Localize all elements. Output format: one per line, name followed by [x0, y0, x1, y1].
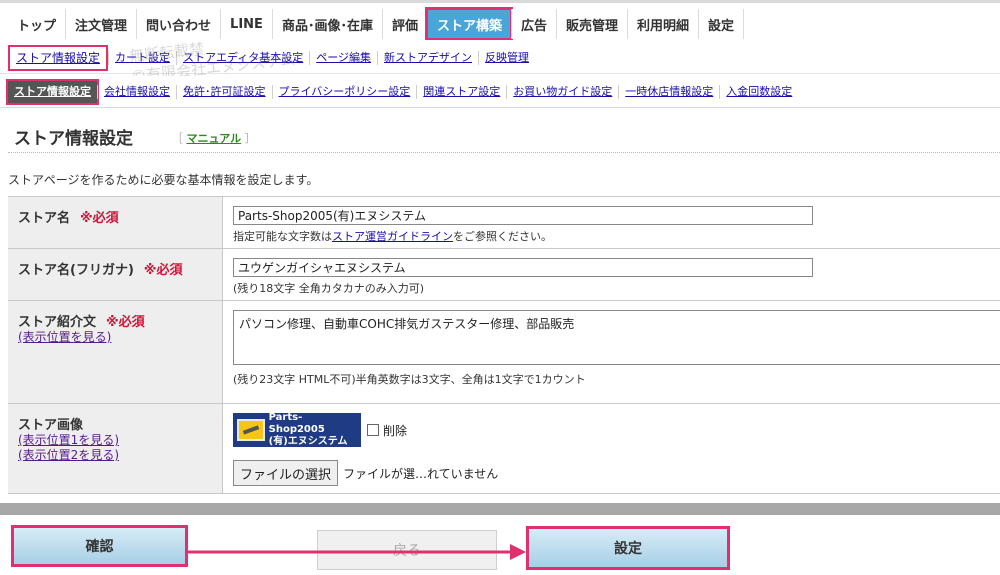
tab-9[interactable]: 利用明細: [627, 9, 699, 39]
manual-link-wrapper: ［ マニュアル ］: [172, 130, 256, 146]
top-nav: トップ 注文管理 問い合わせ LINE 商品･画像･在庫 評価 ストア構築 広告 販売管理 利用明…: [0, 0, 1000, 41]
sub-nav-secondary-item-4[interactable]: 関連ストア設定: [416, 85, 506, 99]
page-description: ストアページを作るために必要な基本情報を設定します。: [8, 173, 319, 187]
back-button[interactable]: 戻る: [317, 530, 497, 570]
sub-nav-primary-item-2[interactable]: ストアエディタ基本設定: [176, 51, 309, 65]
manual-bracket-close: ］: [244, 132, 256, 145]
store-kana-input[interactable]: [233, 258, 813, 277]
top-nav-tabs: トップ 注文管理 問い合わせ LINE 商品･画像･在庫 評価 ストア構築 広告 販売管理 利用明…: [8, 7, 745, 41]
store-intro-label-cell: ストア紹介文 ※必須 (表示位置を見る): [8, 301, 223, 403]
required-badge: ※必須: [106, 315, 145, 330]
sub-nav-secondary-item-3[interactable]: プライバシーポリシー設定: [271, 85, 417, 99]
tab-0[interactable]: トップ: [8, 9, 66, 39]
sub-nav-primary-items: ストア情報設定 カート設定 ストアエディタ基本設定 ページ編集 新ストアデザイン 反映管理: [8, 44, 535, 72]
tab-2[interactable]: 問い合わせ: [136, 9, 221, 39]
sub-nav-secondary: ストア情報設定 会社情報設定 免許･許可証設定 プライバシーポリシー設定 関連ストア設定…: [0, 76, 1000, 108]
tab-5[interactable]: 評価: [381, 9, 427, 39]
tab-8[interactable]: 販売管理: [556, 9, 628, 39]
confirm-button[interactable]: 確認: [11, 525, 188, 567]
sub-nav-secondary-item-0[interactable]: ストア情報設定: [6, 79, 99, 105]
store-intro-label: ストア紹介文: [18, 315, 97, 330]
row-store-intro: ストア紹介文 ※必須 (表示位置を見る) パソコン修理、自動車COHC排気ガステス…: [8, 301, 1000, 404]
store-image-value-cell: Parts-Shop2005 (有)エヌシステム 削除 ファイルの選択 ファイル…: [224, 404, 1000, 493]
sub-nav-secondary-item-2[interactable]: 免許･許可証設定: [176, 85, 272, 99]
required-badge: ※必須: [80, 211, 119, 226]
delete-checkbox[interactable]: [367, 424, 379, 436]
sub-nav-primary: ストア情報設定 カート設定 ストアエディタ基本設定 ページ編集 新ストアデザイン 反映管理: [0, 40, 1000, 74]
sub-nav-primary-item-1[interactable]: カート設定: [108, 51, 176, 65]
set-button[interactable]: 設定: [526, 526, 730, 570]
store-name-label: ストア名: [18, 211, 71, 226]
store-name-input[interactable]: [233, 206, 813, 225]
row-store-image: ストア画像 (表示位置1を見る) (表示位置2を見る) Parts-Shop20…: [8, 404, 1000, 494]
store-name-hint: 指定可能な文字数はストア運営ガイドラインをご参照ください。: [233, 228, 991, 244]
row-store-kana: ストア名(フリガナ) ※必須 (残り18文字 全角カタカナのみ入力可): [8, 249, 1000, 301]
delete-label: 削除: [383, 423, 408, 438]
store-kana-label: ストア名(フリガナ): [18, 263, 134, 278]
tab-7[interactable]: 広告: [510, 9, 556, 39]
file-select-button[interactable]: ファイルの選択: [233, 460, 339, 486]
tab-3[interactable]: LINE: [220, 9, 272, 39]
hint-text: 指定可能な文字数は: [233, 230, 332, 243]
store-info-form: ストア名 ※必須 指定可能な文字数はストア運営ガイドラインをご参照ください。 スト…: [8, 196, 1000, 494]
store-intro-hint: (残り23文字 HTML不可)半角英数字は3文字、全角は1文字で1カウント: [233, 373, 586, 386]
view-position-2-link[interactable]: (表示位置2を見る): [18, 448, 212, 463]
sub-nav-secondary-items: ストア情報設定 会社情報設定 免許･許可証設定 プライバシーポリシー設定 関連ストア設定…: [6, 79, 798, 105]
view-position-link[interactable]: (表示位置を見る): [18, 330, 212, 345]
row-store-name: ストア名 ※必須 指定可能な文字数はストア運営ガイドラインをご参照ください。: [8, 197, 1000, 249]
manual-link[interactable]: マニュアル: [187, 132, 242, 145]
sub-nav-secondary-item-6[interactable]: 一時休店情報設定: [618, 85, 719, 99]
title-divider: [8, 152, 1000, 153]
store-intro-value-cell: パソコン修理、自動車COHC排気ガステスター修理、部品販売 (残り23文字 HT…: [224, 301, 1000, 403]
footer-band: [0, 503, 1000, 515]
store-intro-textarea[interactable]: パソコン修理、自動車COHC排気ガステスター修理、部品販売: [233, 310, 1000, 365]
store-kana-hint: (残り18文字 全角カタカナのみ入力可): [233, 282, 425, 295]
store-kana-label-cell: ストア名(フリガナ) ※必須: [8, 249, 223, 300]
sub-nav-primary-item-0[interactable]: ストア情報設定: [8, 45, 109, 71]
tab-4[interactable]: 商品･画像･在庫: [271, 9, 382, 39]
store-image-label: ストア画像: [18, 418, 84, 433]
sub-nav-secondary-item-7[interactable]: 入金回数設定: [719, 85, 798, 99]
sub-nav-secondary-item-5[interactable]: お買い物ガイド設定: [506, 85, 618, 99]
manual-bracket-open: ［: [172, 132, 183, 145]
wrench-icon: [237, 419, 265, 441]
logo-line-1: Parts-Shop2005: [268, 412, 325, 435]
store-logo-image: Parts-Shop2005 (有)エヌシステム: [233, 412, 361, 447]
sub-nav-primary-item-3[interactable]: ページ編集: [309, 51, 377, 65]
hint-text: をご参照ください。: [453, 230, 552, 243]
store-name-label-cell: ストア名 ※必須: [8, 197, 223, 248]
tab-6[interactable]: ストア構築: [424, 7, 513, 41]
required-badge: ※必須: [143, 263, 183, 278]
tab-1[interactable]: 注文管理: [65, 9, 137, 39]
sub-nav-primary-item-5[interactable]: 反映管理: [478, 51, 535, 65]
tab-10[interactable]: 設定: [698, 9, 745, 39]
delete-checkbox-label[interactable]: 削除: [367, 422, 407, 439]
page-title: ストア情報設定: [14, 129, 133, 149]
guideline-link[interactable]: ストア運営ガイドライン: [332, 230, 453, 243]
view-position-1-link[interactable]: (表示位置1を見る): [18, 433, 212, 448]
sub-nav-primary-item-4[interactable]: 新ストアデザイン: [377, 51, 478, 65]
logo-line-2: (有)エヌシステム: [268, 436, 348, 447]
file-status: ファイルが選…れていません: [343, 466, 499, 481]
store-image-label-cell: ストア画像 (表示位置1を見る) (表示位置2を見る): [8, 404, 223, 493]
store-kana-value-cell: (残り18文字 全角カタカナのみ入力可): [224, 249, 1000, 300]
sub-nav-secondary-item-1[interactable]: 会社情報設定: [97, 85, 176, 99]
store-name-value-cell: 指定可能な文字数はストア運営ガイドラインをご参照ください。: [224, 197, 1000, 248]
